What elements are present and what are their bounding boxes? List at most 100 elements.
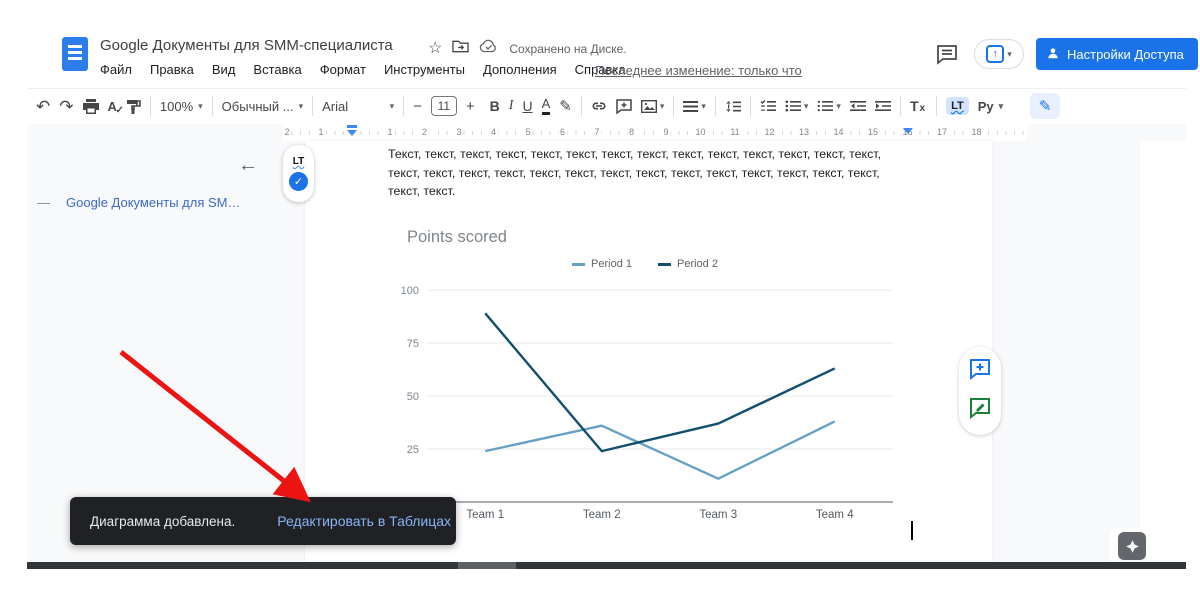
redo-icon[interactable]: ↷ [59,98,73,115]
paragraph-style-select[interactable]: Обычный ...▾ [222,99,303,114]
margin-action-rail [959,347,1001,435]
underline-button[interactable]: U [522,99,532,113]
share-access-button[interactable]: Настройки Доступа [1036,38,1198,70]
ruler-number: 2 [282,127,291,137]
font-size-decrease-button[interactable]: − [413,99,422,114]
zoom-select[interactable]: 100%▾ [160,99,203,114]
chevron-down-icon: ▾ [836,102,841,111]
horizontal-scrollbar [27,562,1186,569]
embedded-chart[interactable]: Points scored Period 1Period 2 100755025… [395,228,895,530]
outline-dash-icon: — [37,195,50,210]
document-paragraph[interactable]: Текст, текст, текст, текст, текст, текст… [388,145,896,201]
languagetool-check-icon[interactable]: ✓ [289,172,308,191]
divider [936,96,937,116]
ruler-number: 8 [627,127,636,137]
editing-mode-button[interactable]: ✎ [1030,93,1060,119]
scrollbar-thumb[interactable] [458,562,516,569]
bulleted-list-icon[interactable]: ▾ [785,100,809,112]
divider [403,96,404,116]
spellcheck-icon[interactable]: A ✓ [108,100,117,113]
svg-text:75: 75 [407,338,419,350]
ruler-number: 2 [420,127,429,137]
ruler-number: 5 [523,127,532,137]
bold-button[interactable]: B [490,99,500,113]
text-color-button[interactable]: A [542,97,551,114]
ruler-number: 14 [831,127,845,137]
saved-status[interactable]: Сохранено на Диске. [509,42,626,56]
chevron-down-icon: ▾ [804,102,809,111]
scrollbar-track[interactable] [1140,141,1186,563]
menu-tools[interactable]: Инструменты [384,62,465,77]
ruler-number: 6 [558,127,567,137]
chart-title: Points scored [407,228,507,247]
last-edit-link[interactable]: Последнее изменение: только что [595,63,802,78]
divider [750,96,751,116]
undo-icon[interactable]: ↶ [36,98,50,115]
italic-button[interactable]: I [509,99,514,113]
chart-legend: Period 1 Period 2 [395,258,895,270]
paint-format-icon[interactable] [126,99,141,114]
divider [673,96,674,116]
svg-text:Team 4: Team 4 [816,509,854,521]
toast-message: Диаграмма добавлена. [90,514,235,529]
menu-view[interactable]: Вид [212,62,236,77]
svg-text:Team 2: Team 2 [583,509,621,521]
svg-text:Team 3: Team 3 [699,509,737,521]
decrease-indent-icon[interactable] [850,100,866,112]
line-spacing-icon[interactable] [725,100,741,113]
insert-link-icon[interactable] [591,98,607,114]
google-docs-logo-icon[interactable] [62,37,88,71]
legend-item: Period 1 [572,258,632,270]
ruler-number: 1 [385,127,394,137]
add-comment-margin-icon[interactable] [969,358,991,385]
divider [715,96,716,116]
first-line-indent-marker[interactable] [347,125,357,128]
svg-text:Team 1: Team 1 [466,509,504,521]
cloud-saved-icon [479,39,499,58]
increase-indent-icon[interactable] [875,100,891,112]
share-access-label: Настройки Доступа [1067,47,1184,62]
ruler: 21123456789101112131415161718 [27,124,1186,141]
ruler-number: 3 [454,127,463,137]
divider [312,96,313,116]
font-select[interactable]: Arial▾ [322,99,394,114]
comments-icon[interactable] [936,44,958,70]
numbered-list-icon[interactable]: ▾ [817,100,841,112]
font-size-field[interactable]: 11 [431,96,457,116]
suggest-edits-margin-icon[interactable] [969,397,991,424]
align-icon[interactable]: ▾ [683,101,706,112]
toast-notification: Диаграмма добавлена. Редактировать в Таб… [70,497,456,545]
menu-addons[interactable]: Дополнения [483,62,557,77]
outline-item[interactable]: — Google Документы для SM… [37,195,240,210]
languagetool-toolbar-icon[interactable]: LT [946,97,969,115]
chevron-down-icon: ▾ [999,102,1004,111]
google-docs-window: Google Документы для SMM-специалиста ☆ С… [0,0,1200,600]
languagetool-icon[interactable]: LT [293,156,304,167]
text-cursor [911,521,913,540]
document-title[interactable]: Google Документы для SMM-специалиста [100,37,393,54]
add-comment-icon[interactable] [616,99,632,114]
insert-image-icon[interactable]: ▾ [641,100,665,113]
move-folder-icon[interactable] [452,39,469,58]
right-margin-marker[interactable] [903,128,913,134]
clear-formatting-icon[interactable]: Tx [910,99,927,113]
menu-insert[interactable]: Вставка [253,62,301,77]
presentation-mode-button[interactable]: ↑ ▾ [974,39,1024,69]
toast-action-link[interactable]: Редактировать в Таблицах [277,513,451,529]
font-size-increase-button[interactable]: + [466,99,475,114]
menu-file[interactable]: Файл [100,62,132,77]
star-icon[interactable]: ☆ [428,41,442,57]
menu-edit[interactable]: Правка [150,62,194,77]
explore-star-icon [1125,539,1140,554]
checklist-icon[interactable] [760,100,776,112]
ruler-number: 10 [693,127,707,137]
print-icon[interactable] [83,99,99,114]
legend-item: Period 2 [658,258,718,270]
svg-text:25: 25 [407,444,419,456]
left-margin-marker[interactable] [347,130,357,136]
close-outline-icon[interactable]: ← [238,155,258,175]
menu-format[interactable]: Формат [320,62,366,77]
highlight-color-icon[interactable]: ✎ [559,99,572,114]
explore-button[interactable] [1118,532,1146,560]
input-tools-select[interactable]: Ру▾ [978,99,1003,114]
